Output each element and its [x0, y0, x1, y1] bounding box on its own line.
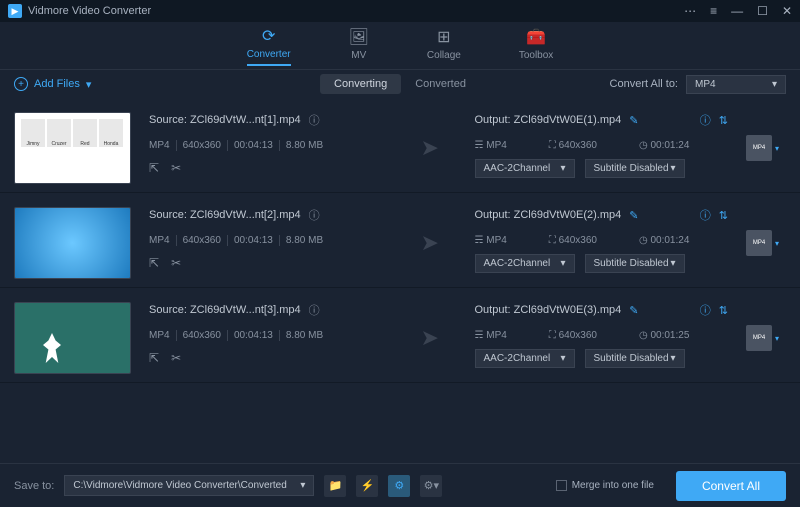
file-list: JimnyCruzerRedHonda Source: ZCl69dVtW...…	[0, 98, 800, 468]
source-meta: MP4640x36000:04:138.80 MB	[149, 330, 403, 341]
info-icon[interactable]: ⓘ	[309, 112, 320, 128]
edit-icon[interactable]: ✎	[629, 304, 638, 317]
info-icon[interactable]: ⓘ	[700, 302, 711, 318]
edit-icon[interactable]: ✎	[629, 209, 638, 222]
toolbox-icon: 🧰	[526, 27, 546, 47]
cut-icon[interactable]: ✂	[171, 351, 181, 365]
cut-icon[interactable]: ✂	[171, 256, 181, 270]
file-item: JimnyCruzerRedHonda Source: ZCl69dVtW...…	[0, 98, 800, 193]
compress-icon[interactable]: ⇱	[149, 161, 159, 175]
collage-icon: ⊞	[437, 27, 450, 47]
arrow-icon: ➤	[421, 325, 457, 351]
output-meta: ☴ MP4⛶ 640x360◷ 00:01:24	[475, 235, 729, 246]
adjust-icon[interactable]: ⇅	[719, 304, 728, 317]
info-icon[interactable]: ⓘ	[309, 302, 320, 318]
file-item: Source: ZCl69dVtW...nt[2].mp4 ⓘ MP4640x36…	[0, 193, 800, 288]
info-icon[interactable]: ⓘ	[700, 207, 711, 223]
nav-tabs: ⟳Converter 🖼MV ⊞Collage 🧰Toolbox	[0, 22, 800, 70]
audio-dropdown[interactable]: AAC-2Channel▾	[475, 254, 575, 273]
app-logo-icon: ▶	[8, 4, 22, 18]
tab-toolbox[interactable]: 🧰Toolbox	[519, 27, 553, 65]
add-files-button[interactable]: + Add Files ▾	[14, 77, 91, 91]
output-meta: ☴ MP4⛶ 640x360◷ 00:01:24	[475, 140, 729, 151]
menu-icon[interactable]: ⋯	[684, 4, 696, 18]
close-icon[interactable]: ✕	[782, 4, 792, 18]
edit-icon[interactable]: ✎	[629, 114, 638, 127]
titlebar: ▶ Vidmore Video Converter ⋯ ≡ — ☐ ✕	[0, 0, 800, 22]
maximize-icon[interactable]: ☐	[757, 4, 768, 18]
settings-button[interactable]: ⚙▾	[420, 475, 442, 497]
save-to-label: Save to:	[14, 480, 54, 492]
gpu-button[interactable]: ⚙	[388, 475, 410, 497]
convert-all-label: Convert All to:	[610, 78, 678, 90]
source-meta: MP4640x36000:04:138.80 MB	[149, 140, 403, 151]
compress-icon[interactable]: ⇱	[149, 351, 159, 365]
subtitle-dropdown[interactable]: Subtitle Disabled▾	[585, 254, 685, 273]
save-path-dropdown[interactable]: C:\Vidmore\Vidmore Video Converter\Conve…	[64, 475, 314, 496]
adjust-icon[interactable]: ⇅	[719, 114, 728, 127]
arrow-icon: ➤	[421, 230, 457, 256]
convert-all-dropdown[interactable]: MP4▾	[686, 75, 786, 94]
audio-dropdown[interactable]: AAC-2Channel▾	[475, 159, 575, 178]
checkbox-icon	[556, 480, 567, 491]
arrow-icon: ➤	[421, 135, 457, 161]
file-item: Source: ZCl69dVtW...nt[3].mp4 ⓘ MP4640x36…	[0, 288, 800, 383]
thumbnail[interactable]	[14, 302, 131, 374]
convert-all-button[interactable]: Convert All	[676, 471, 786, 501]
cut-icon[interactable]: ✂	[171, 161, 181, 175]
converter-icon: ⟳	[262, 26, 275, 46]
subtab-converting[interactable]: Converting	[320, 74, 401, 94]
subtitle-dropdown[interactable]: Subtitle Disabled▾	[585, 159, 685, 178]
chevron-down-icon: ▾	[772, 79, 777, 90]
toolbar: + Add Files ▾ Converting Converted Conve…	[0, 70, 800, 98]
merge-checkbox[interactable]: Merge into one file	[556, 480, 654, 491]
info-icon[interactable]: ⓘ	[700, 112, 711, 128]
minimize-icon[interactable]: —	[731, 4, 743, 18]
source-meta: MP4640x36000:04:138.80 MB	[149, 235, 403, 246]
compress-icon[interactable]: ⇱	[149, 256, 159, 270]
output-format-button[interactable]: MP4▾	[746, 325, 786, 351]
subtab-converted[interactable]: Converted	[401, 74, 480, 94]
source-filename: Source: ZCl69dVtW...nt[2].mp4	[149, 209, 301, 221]
output-meta: ☴ MP4⛶ 640x360◷ 00:01:25	[475, 330, 729, 341]
tab-converter[interactable]: ⟳Converter	[247, 26, 291, 66]
hw-accel-button[interactable]: ⚡	[356, 475, 378, 497]
mv-icon: 🖼	[349, 27, 369, 47]
bottom-bar: Save to: C:\Vidmore\Vidmore Video Conver…	[0, 463, 800, 507]
info-icon[interactable]: ⓘ	[309, 207, 320, 223]
tab-collage[interactable]: ⊞Collage	[427, 27, 461, 65]
app-title: Vidmore Video Converter	[28, 5, 151, 17]
plus-icon: +	[14, 77, 28, 91]
hamburger-icon[interactable]: ≡	[710, 4, 717, 18]
output-format-button[interactable]: MP4▾	[746, 230, 786, 256]
subtitle-dropdown[interactable]: Subtitle Disabled▾	[585, 349, 685, 368]
output-filename: Output: ZCl69dVtW0E(1).mp4	[475, 114, 622, 126]
adjust-icon[interactable]: ⇅	[719, 209, 728, 222]
thumbnail[interactable]	[14, 207, 131, 279]
source-filename: Source: ZCl69dVtW...nt[1].mp4	[149, 114, 301, 126]
audio-dropdown[interactable]: AAC-2Channel▾	[475, 349, 575, 368]
open-folder-button[interactable]: 📁	[324, 475, 346, 497]
source-filename: Source: ZCl69dVtW...nt[3].mp4	[149, 304, 301, 316]
chevron-down-icon: ▾	[300, 480, 305, 491]
chevron-down-icon: ▾	[86, 78, 92, 91]
output-filename: Output: ZCl69dVtW0E(3).mp4	[475, 304, 622, 316]
output-format-button[interactable]: MP4▾	[746, 135, 786, 161]
thumbnail[interactable]: JimnyCruzerRedHonda	[14, 112, 131, 184]
tab-mv[interactable]: 🖼MV	[349, 27, 369, 65]
output-filename: Output: ZCl69dVtW0E(2).mp4	[475, 209, 622, 221]
